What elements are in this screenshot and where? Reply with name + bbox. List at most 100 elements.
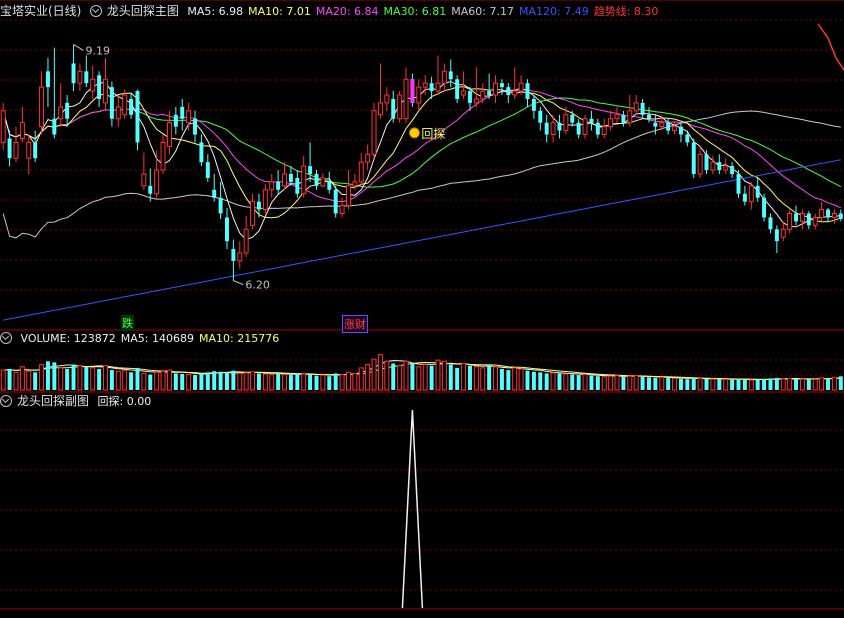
signal-spike xyxy=(401,409,424,609)
volume-legend-2[interactable]: MA10: 215776 xyxy=(199,332,279,345)
candle-28 xyxy=(180,98,185,131)
candle-body-53 xyxy=(339,205,345,214)
candle-24 xyxy=(154,150,160,198)
volume-bar-121 xyxy=(774,377,779,390)
chevron-down-icon[interactable] xyxy=(89,5,102,17)
volume-bar-16 xyxy=(103,365,108,391)
candle-body-33 xyxy=(212,189,217,198)
main-legend-6[interactable]: 趋势线: 8.30 xyxy=(594,5,659,18)
chart-root: 9.19 6.20 回探 宝塔实业(日线) 龙头回探主图 MA5: 6.98 MA10… xyxy=(0,0,844,618)
volume-bar-96 xyxy=(614,375,620,391)
volume-bar-97 xyxy=(621,376,626,390)
volume-bar-29 xyxy=(186,374,192,391)
grid-lines xyxy=(0,0,844,610)
sub-legend-0[interactable]: 回探: 0.00 xyxy=(98,395,152,408)
candle-85 xyxy=(544,114,549,143)
volume-bar-125 xyxy=(799,378,805,391)
candle-65 xyxy=(416,79,422,111)
candle-body-19 xyxy=(122,94,128,116)
sub-legend: 回探: 0.00 xyxy=(98,395,157,408)
candle-body-46 xyxy=(295,177,300,194)
candle-63 xyxy=(403,67,409,123)
volume-legend-0[interactable]: VOLUME: 123872 xyxy=(21,332,116,345)
candle-body-47 xyxy=(301,165,307,195)
candle-130 xyxy=(831,209,837,224)
candle-body-13 xyxy=(84,71,89,84)
candle-22 xyxy=(141,152,147,190)
candle-68 xyxy=(435,55,441,96)
volume-bar-82 xyxy=(525,370,530,390)
candle-body-16 xyxy=(103,78,108,104)
volume-bar-37 xyxy=(237,372,243,391)
candle-body-103 xyxy=(659,122,665,128)
volume-bar-85 xyxy=(544,373,549,390)
candle-126 xyxy=(806,211,811,230)
volume-bar-5 xyxy=(33,372,38,390)
candle-95 xyxy=(608,110,614,131)
volume-bar-101 xyxy=(647,377,651,390)
candle-body-27 xyxy=(173,114,178,127)
candle-8 xyxy=(52,47,57,139)
volume-bar-86 xyxy=(550,372,556,391)
volume-bar-20 xyxy=(129,372,134,390)
candle-108 xyxy=(691,138,696,178)
candle-26 xyxy=(166,110,172,155)
candle-body-126 xyxy=(806,213,811,226)
volume-legend-1[interactable]: MA5: 140689 xyxy=(121,332,194,345)
candle-96 xyxy=(614,106,620,123)
candle-115 xyxy=(736,170,741,198)
chevron-down-icon[interactable] xyxy=(0,395,12,407)
volume-bar-36 xyxy=(231,370,236,390)
candle-35 xyxy=(225,207,229,250)
volume-bar-103 xyxy=(659,376,665,391)
volume-bar-17 xyxy=(109,370,114,390)
volume-bar-32 xyxy=(205,372,210,390)
candle-body-1 xyxy=(7,138,12,159)
candle-body-113 xyxy=(723,165,729,171)
candle-body-123 xyxy=(787,212,793,230)
candle-body-110 xyxy=(704,154,709,171)
volume-bar-51 xyxy=(327,376,332,390)
main-legend-0[interactable]: MA5: 6.98 xyxy=(187,5,243,18)
candle-123 xyxy=(787,209,793,234)
candle-body-72 xyxy=(461,90,467,96)
candle-body-62 xyxy=(397,94,403,120)
main-legend-1[interactable]: MA10: 7.01 xyxy=(248,5,311,18)
candle-30 xyxy=(193,110,197,143)
main-indicator-name[interactable]: 龙头回探主图 xyxy=(107,4,179,18)
stock-name[interactable]: 宝塔实业(日线) xyxy=(0,4,81,18)
volume-bar-128 xyxy=(819,377,825,391)
candle-body-116 xyxy=(742,193,747,202)
volume-bar-117 xyxy=(748,379,754,391)
volume-bar-11 xyxy=(71,364,76,390)
candle-body-50 xyxy=(320,177,326,187)
candle-33 xyxy=(212,174,217,202)
candle-118 xyxy=(755,177,760,202)
signal-label: 回探 xyxy=(421,127,445,141)
candle-98 xyxy=(627,95,633,127)
candle-body-84 xyxy=(538,110,543,123)
candle-body-109 xyxy=(697,153,703,175)
candle-90 xyxy=(576,118,581,139)
chevron-down-icon[interactable] xyxy=(0,332,12,344)
candle-body-93 xyxy=(595,122,600,135)
main-legend-5[interactable]: MA120: 7.49 xyxy=(519,5,589,18)
main-legend-2[interactable]: MA20: 6.84 xyxy=(316,5,379,18)
candle-73 xyxy=(467,87,472,111)
candle-body-35 xyxy=(225,217,229,242)
main-legend-4[interactable]: MA60: 7.17 xyxy=(451,5,514,18)
candle-49 xyxy=(314,170,319,190)
main-legend-3[interactable]: MA30: 6.81 xyxy=(384,5,447,18)
candle-11 xyxy=(71,44,76,92)
candle-body-82 xyxy=(525,83,530,99)
volume-bar-98 xyxy=(627,375,633,391)
candle-body-74 xyxy=(473,98,479,104)
candle-body-129 xyxy=(826,209,830,218)
candle-50 xyxy=(320,173,326,188)
candle-body-20 xyxy=(129,98,134,115)
volume-bar-95 xyxy=(608,375,614,391)
candle-body-101 xyxy=(647,114,651,119)
sub-indicator-name[interactable]: 龙头回探副图 xyxy=(17,394,89,408)
candle-62 xyxy=(397,91,403,123)
volume-ma5-line xyxy=(3,360,841,381)
